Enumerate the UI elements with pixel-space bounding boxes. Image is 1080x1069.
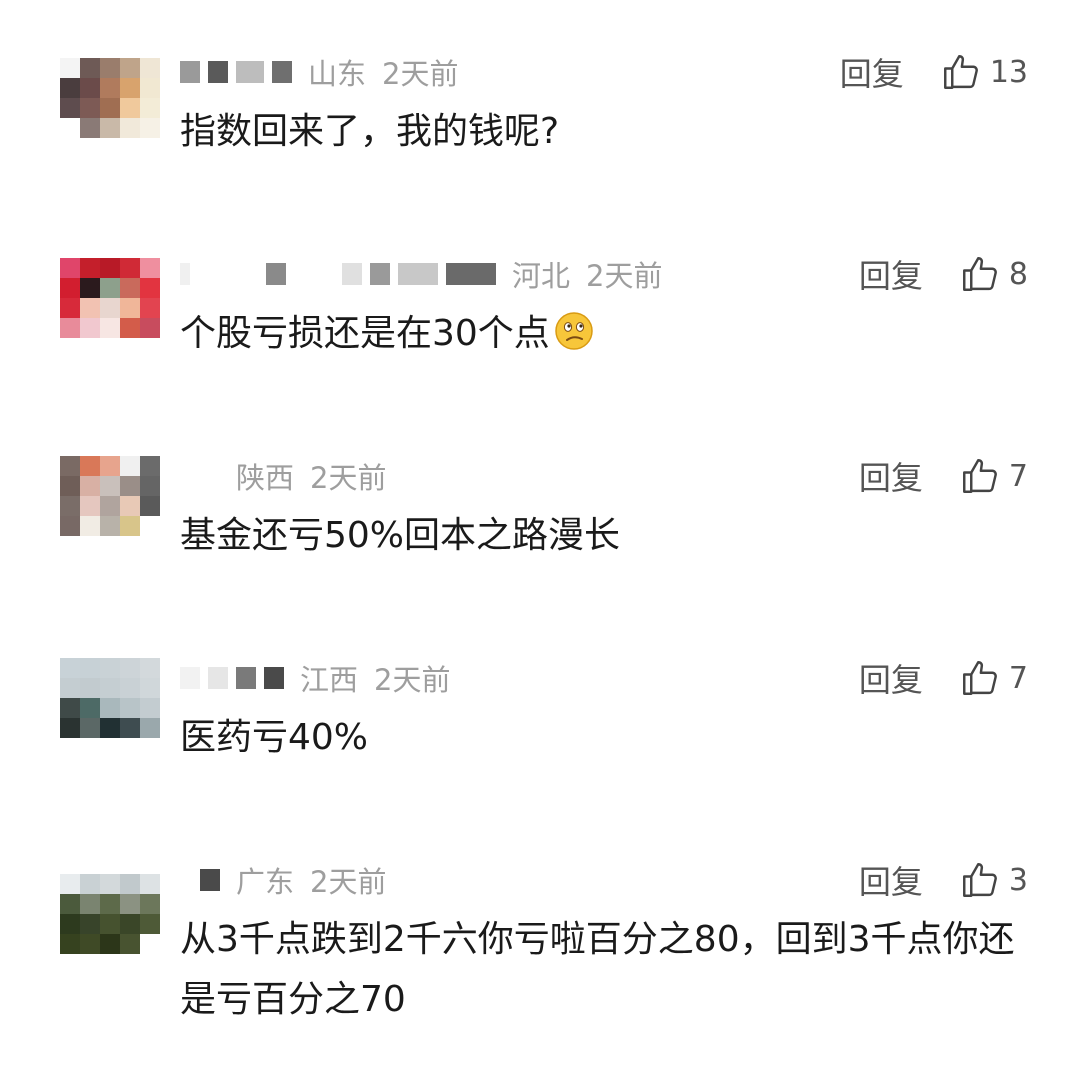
comment-text: 个股亏损还是在30个点: [180, 304, 1040, 364]
comment-header: 江西 2天前: [180, 658, 466, 698]
like-button[interactable]: 13: [940, 51, 1028, 93]
thumbs-up-icon: [962, 257, 997, 291]
location: 河北: [512, 259, 571, 293]
avatar[interactable]: [60, 58, 160, 138]
comment-text: 指数回来了，我的钱呢?: [180, 111, 560, 152]
timestamp: 2天前: [382, 57, 459, 91]
username-redacted[interactable]: [180, 263, 496, 285]
like-count: 7: [1008, 458, 1028, 494]
comment-header: 陕西 2天前: [180, 456, 402, 496]
comment-header: 广东 2天前: [180, 860, 402, 900]
timestamp: 2天前: [310, 865, 387, 899]
location: 广东: [236, 865, 295, 899]
username-redacted[interactable]: [180, 869, 220, 891]
comment-text: 医药亏40%: [180, 717, 369, 758]
like-button[interactable]: 3: [959, 859, 1028, 901]
reply-button[interactable]: 回复: [859, 251, 923, 297]
timestamp: 2天前: [374, 663, 451, 697]
comment-header: 河北 2天前: [180, 254, 678, 294]
reply-button[interactable]: 回复: [840, 49, 904, 95]
like-button[interactable]: 7: [959, 657, 1028, 699]
reply-button[interactable]: 回复: [859, 857, 923, 903]
thumbs-up-icon: [962, 661, 997, 695]
comment-actions: 回复 7: [859, 453, 1028, 499]
like-count: 8: [1008, 256, 1028, 292]
like-button[interactable]: 7: [959, 455, 1028, 497]
location: 陕西: [236, 461, 295, 495]
thumbs-up-icon: [962, 863, 997, 897]
avatar[interactable]: [60, 658, 160, 738]
avatar[interactable]: [60, 456, 160, 536]
like-count: 7: [1008, 660, 1028, 696]
reply-button[interactable]: 回复: [859, 453, 923, 499]
comment-header: 山东 2天前: [180, 52, 474, 92]
username-redacted[interactable]: [180, 667, 284, 689]
like-count: 13: [989, 54, 1028, 90]
username-redacted[interactable]: [180, 61, 292, 83]
confused-face-icon: [555, 312, 593, 350]
reply-button[interactable]: 回复: [859, 655, 923, 701]
location: 山东: [308, 57, 367, 91]
location: 江西: [300, 663, 359, 697]
like-button[interactable]: 8: [959, 253, 1028, 295]
comment-actions: 回复 7: [859, 655, 1028, 701]
comment-text: 从3千点跌到2千六你亏啦百分之80，回到3千点你还是亏百分之70: [180, 919, 1015, 1020]
avatar[interactable]: [60, 874, 160, 954]
timestamp: 2天前: [586, 259, 663, 293]
thumbs-up-icon: [943, 55, 978, 89]
comment-text-body: 个股亏损还是在30个点: [180, 313, 550, 354]
comment-actions: 回复 13: [840, 49, 1028, 95]
comment-text: 基金还亏50%回本之路漫长: [180, 515, 621, 556]
username-redacted[interactable]: [180, 465, 220, 487]
comment-actions: 回复 8: [859, 251, 1028, 297]
avatar[interactable]: [60, 258, 160, 338]
thumbs-up-icon: [962, 459, 997, 493]
timestamp: 2天前: [310, 461, 387, 495]
comment-actions: 回复 3: [859, 857, 1028, 903]
like-count: 3: [1008, 862, 1028, 898]
